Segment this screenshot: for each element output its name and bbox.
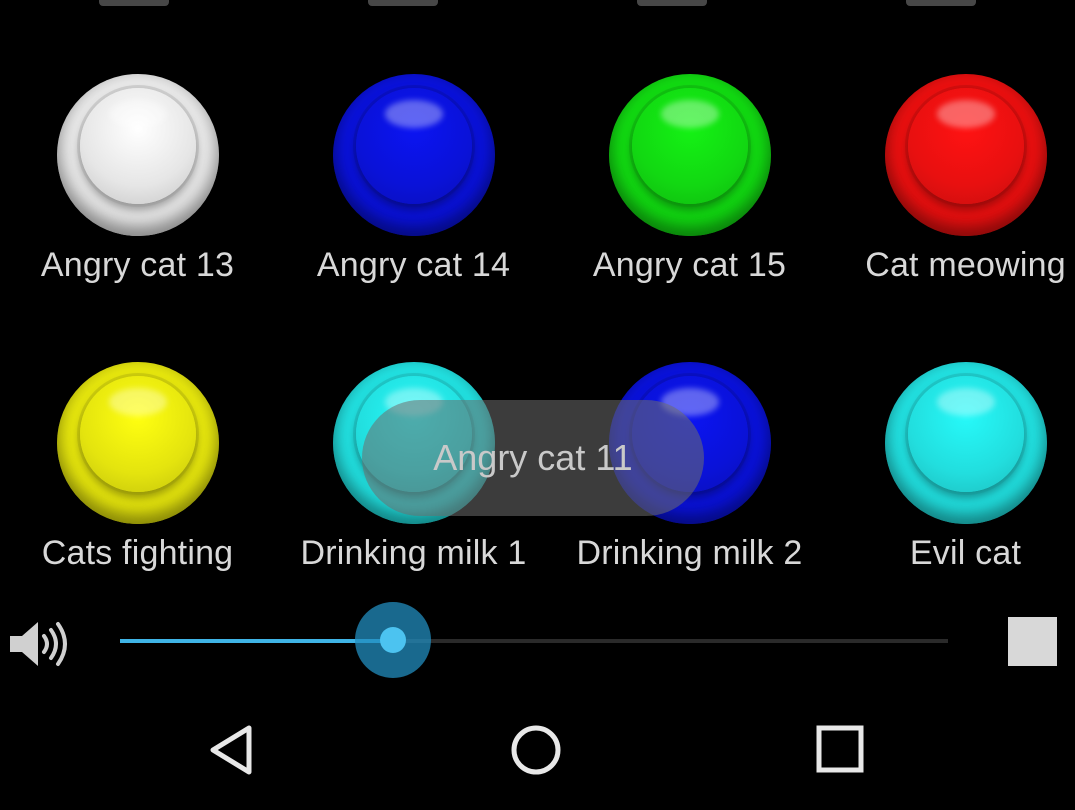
round-button-icon[interactable] xyxy=(884,74,1047,236)
sound-button-angry-cat-13[interactable]: Angry cat 13 xyxy=(0,72,275,360)
round-button-icon[interactable] xyxy=(884,362,1047,524)
sound-label: Angry cat 14 xyxy=(316,246,511,284)
sound-label: Drinking milk 1 xyxy=(300,534,527,572)
sound-label: Evil cat xyxy=(909,534,1022,572)
toast-message: Angry cat 11 xyxy=(362,400,704,516)
round-button-icon[interactable] xyxy=(332,74,495,236)
round-button-icon[interactable] xyxy=(56,362,219,524)
sound-button-cat-meowing[interactable]: Cat meowing xyxy=(828,72,1075,360)
sound-button-grid: Angry cat 13 Angry cat 14 Angry cat 15 C… xyxy=(0,72,1075,648)
cut-label xyxy=(905,0,976,6)
soundboard-screen: Angry cat 13 Angry cat 14 Angry cat 15 C… xyxy=(0,0,1075,810)
round-button-icon[interactable] xyxy=(608,74,771,236)
speaker-icon[interactable] xyxy=(6,614,70,674)
cut-label xyxy=(368,0,439,6)
cut-label xyxy=(99,0,170,6)
previous-row-labels-cut xyxy=(0,0,1075,14)
volume-slider[interactable] xyxy=(120,602,948,678)
sound-label: Angry cat 15 xyxy=(592,246,787,284)
recents-square-icon[interactable] xyxy=(813,722,869,778)
cut-label xyxy=(636,0,707,6)
stop-icon[interactable] xyxy=(1008,617,1057,666)
android-navigation-bar xyxy=(0,700,1075,810)
sound-label: Angry cat 13 xyxy=(40,246,235,284)
sound-label: Cat meowing xyxy=(865,246,1066,284)
home-circle-icon[interactable] xyxy=(508,722,564,778)
sound-label: Drinking milk 2 xyxy=(576,534,803,572)
back-triangle-icon[interactable] xyxy=(205,722,261,778)
sound-button-angry-cat-14[interactable]: Angry cat 14 xyxy=(276,72,551,360)
playback-controls xyxy=(0,600,1075,684)
round-button-icon[interactable] xyxy=(56,74,219,236)
sound-label: Cats fighting xyxy=(41,534,234,572)
volume-slider-fill xyxy=(120,639,394,643)
sound-button-angry-cat-15[interactable]: Angry cat 15 xyxy=(552,72,827,360)
